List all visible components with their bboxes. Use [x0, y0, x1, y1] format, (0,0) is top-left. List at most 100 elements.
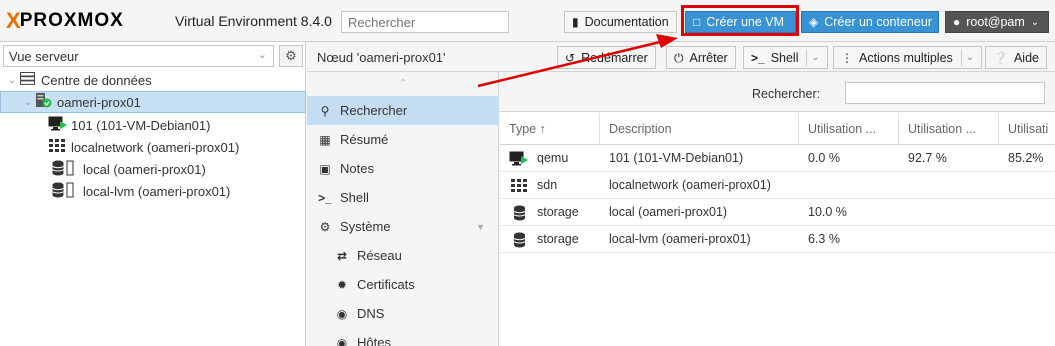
column-header-usage[interactable]: Utilisation ...	[899, 113, 999, 145]
gear-icon[interactable]: ⚙	[279, 45, 303, 67]
row-usage: 10.0 %	[808, 205, 847, 219]
vm-running-icon	[509, 145, 529, 172]
tree-item-storage-local[interactable]: local (oameri-prox01)	[0, 158, 306, 180]
globe-icon: ◉	[336, 306, 348, 321]
menu-item-label: Notes	[340, 161, 374, 176]
row-usage	[899, 172, 999, 199]
menu-item-certificates[interactable]: ✹ Certificats	[307, 270, 499, 299]
chevron-down-icon: ⌄	[1030, 16, 1040, 28]
tree-item-node[interactable]: ⌄ oameri-prox01	[0, 91, 306, 113]
grid-search-input[interactable]	[845, 82, 1045, 104]
help-button[interactable]: ❔ Aide	[985, 46, 1047, 69]
row-type: storage	[537, 232, 579, 246]
row-type: sdn	[537, 178, 558, 192]
tree-item-vm[interactable]: 101 (101-VM-Debian01)	[0, 114, 306, 136]
documentation-button[interactable]: ▮ Documentation	[564, 11, 677, 33]
row-description: local-lvm (oameri-prox01)	[609, 232, 751, 246]
row-type: qemu	[537, 151, 569, 165]
menu-item-label: Shell	[340, 190, 369, 205]
resource-tree-panel: Vue serveur ⌄ ⚙ ⌄ Centre de données ⌄ oa…	[0, 42, 306, 346]
menu-item-dns[interactable]: ◉ DNS	[307, 299, 499, 328]
view-selector-value: Vue serveur	[9, 49, 79, 64]
terminal-icon: >_	[751, 50, 765, 65]
node-header: Nœud 'oameri-prox01' ↺ Redémarrer ⏻ Arrê…	[307, 42, 1055, 72]
table-row[interactable]: storage local (oameri-prox01) 10.0 %	[500, 199, 1055, 226]
create-ct-button[interactable]: ◈ Créer un conteneur	[801, 11, 939, 33]
globe-icon: ◉	[336, 335, 348, 346]
book-icon: ▮	[572, 15, 579, 29]
menu-item-network[interactable]: ⇄ Réseau	[307, 241, 499, 270]
shutdown-button[interactable]: ⏻ Arrêter	[666, 46, 736, 69]
node-menu: ⌃ ⚲ Rechercher ▦ Résumé ▣ Notes >_ Shell…	[307, 72, 499, 346]
cube-icon: ◈	[809, 15, 819, 29]
exchange-icon: ⇄	[336, 248, 348, 263]
scroll-up-icon[interactable]: ⌃	[307, 72, 499, 96]
menu-item-label: Résumé	[340, 132, 389, 147]
view-selector[interactable]: Vue serveur ⌄	[3, 45, 274, 67]
row-usage: 0.0 %	[808, 151, 840, 165]
collapse-chevron-icon[interactable]: ⌄	[6, 75, 18, 86]
menu-item-label: Rechercher	[340, 103, 408, 118]
storage-icon	[509, 226, 529, 253]
ellipsis-vertical-icon: ⋮	[841, 50, 853, 65]
chevron-down-icon[interactable]: ⌄	[811, 52, 819, 63]
tree-item-storage-local-lvm[interactable]: local-lvm (oameri-prox01)	[0, 180, 306, 202]
annotation-highlight-box	[681, 5, 799, 36]
tree-item-label: local-lvm (oameri-prox01)	[83, 183, 231, 199]
tree-item-label: local (oameri-prox01)	[83, 161, 206, 177]
row-description: localnetwork (oameri-prox01)	[609, 178, 771, 192]
column-header-usage[interactable]: Utilisation ...	[799, 113, 899, 145]
table-row[interactable]: storage local-lvm (oameri-prox01) 6.3 %	[500, 226, 1055, 253]
sdn-grid-icon	[509, 172, 529, 199]
row-type: storage	[537, 205, 579, 219]
shell-button[interactable]: >_ Shell ⌄	[743, 46, 828, 69]
bulk-actions-button[interactable]: ⋮ Actions multiples ⌄	[833, 46, 983, 69]
table-row[interactable]: sdn localnetwork (oameri-prox01)	[500, 172, 1055, 199]
global-search-input[interactable]	[341, 11, 509, 33]
question-circle-icon: ❔	[993, 50, 1008, 65]
proxmox-logo[interactable]: X PROXMOX	[6, 8, 124, 33]
row-usage	[999, 226, 1055, 253]
tree-item-sdn[interactable]: localnetwork (oameri-prox01)	[0, 136, 306, 158]
grid-toolbar: Rechercher:	[500, 72, 1055, 112]
storage-icon	[52, 160, 78, 179]
user-icon: ●	[953, 15, 961, 29]
column-header-type[interactable]: Type ↑	[500, 113, 600, 145]
terminal-icon: >_	[318, 190, 332, 205]
node-icon	[34, 93, 52, 111]
collapse-chevron-icon[interactable]: ⌄	[22, 97, 34, 108]
menu-item-summary[interactable]: ▦ Résumé	[307, 125, 499, 154]
tree-item-label: oameri-prox01	[57, 94, 141, 110]
grid-search-label: Rechercher:	[752, 87, 821, 101]
restart-button[interactable]: ↺ Redémarrer	[557, 46, 656, 69]
row-usage: 6.3 %	[808, 232, 840, 246]
menu-item-shell[interactable]: >_ Shell	[307, 183, 499, 212]
page-title: Nœud 'oameri-prox01'	[317, 50, 446, 65]
menu-item-search[interactable]: ⚲ Rechercher	[307, 96, 499, 125]
tree-item-datacenter[interactable]: ⌄ Centre de données	[0, 69, 306, 91]
shell-label: Shell	[770, 50, 799, 65]
logo-x: X	[6, 8, 21, 33]
cogs-icon: ⚙	[319, 219, 331, 234]
column-header-usage[interactable]: Utilisati	[999, 113, 1055, 145]
notes-icon: ▣	[319, 161, 331, 176]
restart-label: Redémarrer	[581, 50, 648, 65]
row-description: local (oameri-prox01)	[609, 205, 728, 219]
row-usage	[899, 226, 999, 253]
storage-icon	[52, 182, 78, 201]
power-icon: ⏻	[674, 50, 684, 65]
menu-item-hosts[interactable]: ◉ Hôtes	[307, 328, 499, 346]
column-header-description[interactable]: Description	[600, 113, 799, 145]
undo-icon: ↺	[565, 50, 576, 65]
chevron-down-icon[interactable]: ⌄	[966, 52, 974, 63]
bulk-actions-label: Actions multiples	[859, 50, 953, 65]
menu-item-label: DNS	[357, 306, 385, 321]
menu-item-system[interactable]: ⚙ Système ▼	[307, 212, 499, 241]
server-stack-icon	[18, 72, 36, 88]
summary-icon: ▦	[319, 132, 331, 147]
tree-item-label: localnetwork (oameri-prox01)	[71, 139, 240, 155]
table-row[interactable]: qemu 101 (101-VM-Debian01) 0.0 % 92.7 % …	[500, 145, 1055, 172]
collapse-triangle-icon[interactable]: ▼	[476, 222, 485, 232]
user-menu-button[interactable]: ● root@pam ⌄	[945, 11, 1049, 33]
menu-item-notes[interactable]: ▣ Notes	[307, 154, 499, 183]
